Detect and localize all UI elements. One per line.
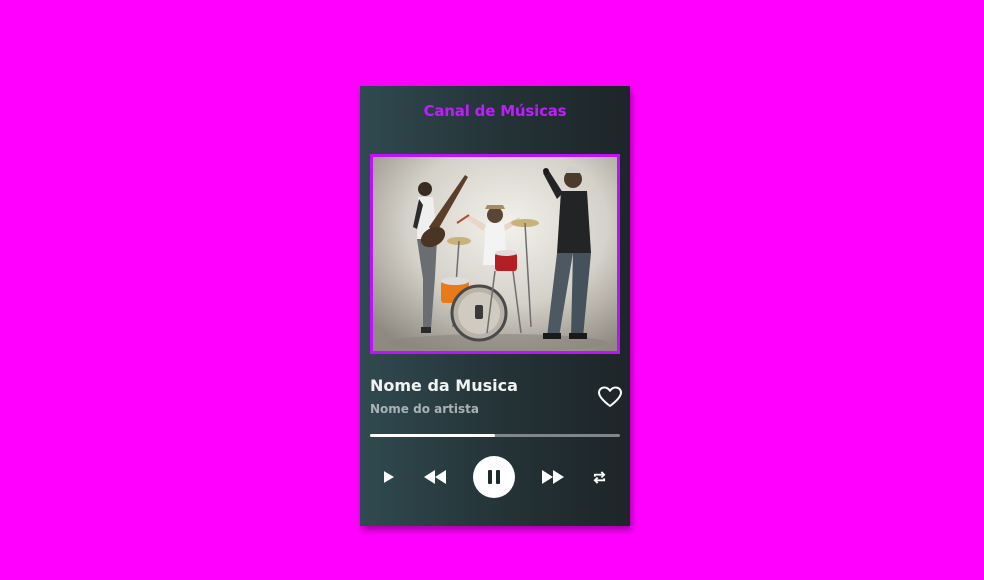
rewind-icon <box>424 470 446 484</box>
play-icon <box>384 471 394 483</box>
album-cover <box>370 154 620 354</box>
artist-name: Nome do artista <box>370 402 479 416</box>
progress-bar[interactable] <box>370 434 620 437</box>
music-player-card: Canal de Músicas Nome da Musica Nome do … <box>360 86 630 526</box>
fast-forward-icon <box>542 470 564 484</box>
band-photo-image <box>373 157 617 351</box>
next-button[interactable] <box>538 456 568 498</box>
progress-bar-fill <box>370 434 495 437</box>
repeat-button[interactable] <box>588 456 610 498</box>
pause-button[interactable] <box>473 456 515 498</box>
player-title: Canal de Músicas <box>423 102 567 120</box>
heart-outline-icon[interactable] <box>598 386 622 408</box>
pause-icon <box>488 470 500 484</box>
playback-controls <box>360 456 630 498</box>
repeat-icon <box>593 470 605 484</box>
previous-button[interactable] <box>420 456 450 498</box>
song-name: Nome da Musica <box>370 376 518 395</box>
play-button[interactable] <box>378 456 400 498</box>
